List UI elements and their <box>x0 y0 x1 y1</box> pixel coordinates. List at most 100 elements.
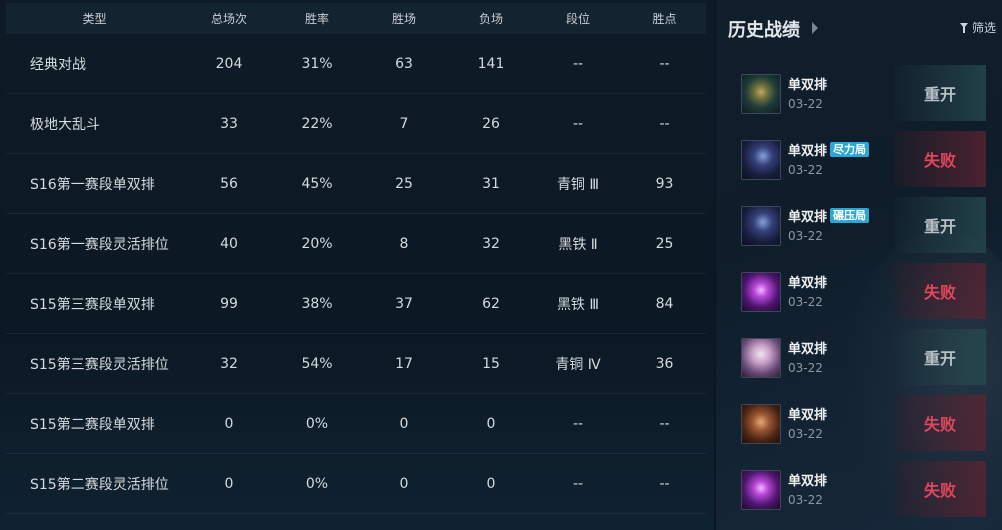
cell-rate: 0% <box>305 415 329 432</box>
header-rate[interactable]: 胜率 <box>275 10 359 27</box>
champion-portrait[interactable] <box>741 338 781 378</box>
cell-total: 204 <box>215 55 243 72</box>
cell-losses: 62 <box>482 295 500 312</box>
match-date: 03-22 <box>788 493 823 507</box>
history-panel: 历史战绩 筛选 单双排 03-22 重开 单双排 尽力局 03-22 失败 单双排 碾压局 03-… <box>716 0 1002 530</box>
match-queue: 单双排 尽力局 <box>788 140 870 159</box>
cell-type: 极地大乱斗 <box>30 116 100 133</box>
match-item[interactable]: 单双排 03-22 重开 <box>726 329 986 385</box>
table-row[interactable]: S16第一赛段灵活排位 40 20% 8 32 黑铁 Ⅱ 25 <box>6 214 706 274</box>
champion-portrait[interactable] <box>741 470 781 510</box>
match-result: 失败 <box>894 131 986 187</box>
history-title[interactable]: 历史战绩 <box>728 16 800 42</box>
queue-label: 单双排 <box>788 144 828 159</box>
cell-lp: 84 <box>655 295 674 312</box>
cell-lp: 93 <box>655 175 674 192</box>
cell-total: 0 <box>224 415 234 432</box>
cell-rate: 22% <box>301 115 333 132</box>
cell-losses: 141 <box>477 55 505 72</box>
champion-portrait[interactable] <box>741 74 781 114</box>
filter-button[interactable]: 筛选 <box>959 19 996 36</box>
match-tag-badge: 尽力局 <box>830 142 870 157</box>
match-item[interactable]: 单双排 尽力局 03-22 失败 <box>726 131 986 187</box>
table-row[interactable]: S16第一赛段单双排 56 45% 25 31 青铜 Ⅲ 93 <box>6 154 706 214</box>
header-type[interactable]: 类型 <box>6 10 183 27</box>
table-row[interactable]: S15第三赛段单双排 99 38% 37 62 黑铁 Ⅲ 84 <box>6 274 706 334</box>
cell-wins: 25 <box>395 175 413 192</box>
cell-type: S16第一赛段单双排 <box>30 176 155 193</box>
match-queue: 单双排 <box>788 272 827 291</box>
match-item[interactable]: 单双排 03-22 失败 <box>726 461 986 517</box>
cell-lp: -- <box>659 475 670 492</box>
cell-wins: 8 <box>399 235 409 252</box>
cell-tier: 黑铁 Ⅲ <box>556 296 600 313</box>
cell-tier: -- <box>572 55 584 72</box>
cell-losses: 0 <box>486 475 496 492</box>
cell-total: 0 <box>224 475 234 492</box>
cell-tier: -- <box>572 475 584 492</box>
cell-tier: 青铜 Ⅲ <box>556 176 600 193</box>
filter-label: 筛选 <box>971 21 996 35</box>
match-queue: 单双排 <box>788 470 827 489</box>
queue-label: 单双排 <box>788 276 828 291</box>
match-result: 重开 <box>894 65 986 121</box>
champion-portrait[interactable] <box>741 140 781 180</box>
cell-losses: 0 <box>486 415 496 432</box>
header-wins[interactable]: 胜场 <box>359 10 449 27</box>
header-lp[interactable]: 胜点 <box>623 10 706 27</box>
cell-losses: 26 <box>482 115 500 132</box>
cell-wins: 0 <box>399 415 409 432</box>
cell-losses: 15 <box>482 355 500 372</box>
match-result: 重开 <box>894 329 986 385</box>
cell-total: 99 <box>220 295 238 312</box>
champion-portrait[interactable] <box>741 206 781 246</box>
cell-tier: 青铜 Ⅳ <box>555 356 601 373</box>
match-item[interactable]: 单双排 03-22 失败 <box>726 263 986 319</box>
match-result: 失败 <box>894 395 986 451</box>
match-item[interactable]: 单双排 03-22 失败 <box>726 395 986 451</box>
header-tier[interactable]: 段位 <box>533 10 623 27</box>
filter-icon <box>959 22 969 33</box>
cell-total: 32 <box>220 355 238 372</box>
cell-rate: 38% <box>301 295 333 312</box>
cell-losses: 32 <box>482 235 500 252</box>
cell-lp: 36 <box>655 355 674 372</box>
cell-type: 经典对战 <box>30 56 86 73</box>
cell-lp: -- <box>659 415 670 432</box>
match-queue: 单双排 <box>788 74 827 93</box>
cell-wins: 0 <box>399 475 409 492</box>
queue-label: 单双排 <box>788 474 828 489</box>
cell-wins: 37 <box>395 295 413 312</box>
cell-rate: 45% <box>301 175 333 192</box>
match-queue: 单双排 <box>788 404 827 423</box>
match-tag-badge: 碾压局 <box>830 208 870 223</box>
cell-lp: -- <box>659 115 670 132</box>
cell-total: 56 <box>220 175 238 192</box>
table-row[interactable]: S15第三赛段灵活排位 32 54% 17 15 青铜 Ⅳ 36 <box>6 334 706 394</box>
table-row[interactable]: 经典对战 204 31% 63 141 -- -- <box>6 34 706 94</box>
table-row[interactable]: S15第二赛段灵活排位 0 0% 0 0 -- -- <box>6 454 706 514</box>
match-date: 03-22 <box>788 427 823 441</box>
match-date: 03-22 <box>788 97 823 111</box>
match-result: 重开 <box>894 197 986 253</box>
cell-wins: 7 <box>399 115 409 132</box>
stats-table-header: 类型 总场次 胜率 胜场 负场 段位 胜点 <box>6 3 706 34</box>
header-losses[interactable]: 负场 <box>449 10 533 27</box>
champion-portrait[interactable] <box>741 404 781 444</box>
match-date: 03-22 <box>788 229 823 243</box>
cell-type: S15第三赛段灵活排位 <box>30 356 169 373</box>
chevron-right-icon[interactable] <box>812 22 818 34</box>
match-result: 失败 <box>894 461 986 517</box>
header-total[interactable]: 总场次 <box>183 10 275 27</box>
match-queue: 单双排 碾压局 <box>788 206 870 225</box>
cell-type: S16第一赛段灵活排位 <box>30 236 169 253</box>
cell-tier: -- <box>572 415 584 432</box>
champion-portrait[interactable] <box>741 272 781 312</box>
queue-label: 单双排 <box>788 342 828 357</box>
match-result: 失败 <box>894 263 986 319</box>
cell-lp: -- <box>659 55 670 72</box>
match-item[interactable]: 单双排 03-22 重开 <box>726 65 986 121</box>
table-row[interactable]: S15第二赛段单双排 0 0% 0 0 -- -- <box>6 394 706 454</box>
table-row[interactable]: 极地大乱斗 33 22% 7 26 -- -- <box>6 94 706 154</box>
match-item[interactable]: 单双排 碾压局 03-22 重开 <box>726 197 986 253</box>
